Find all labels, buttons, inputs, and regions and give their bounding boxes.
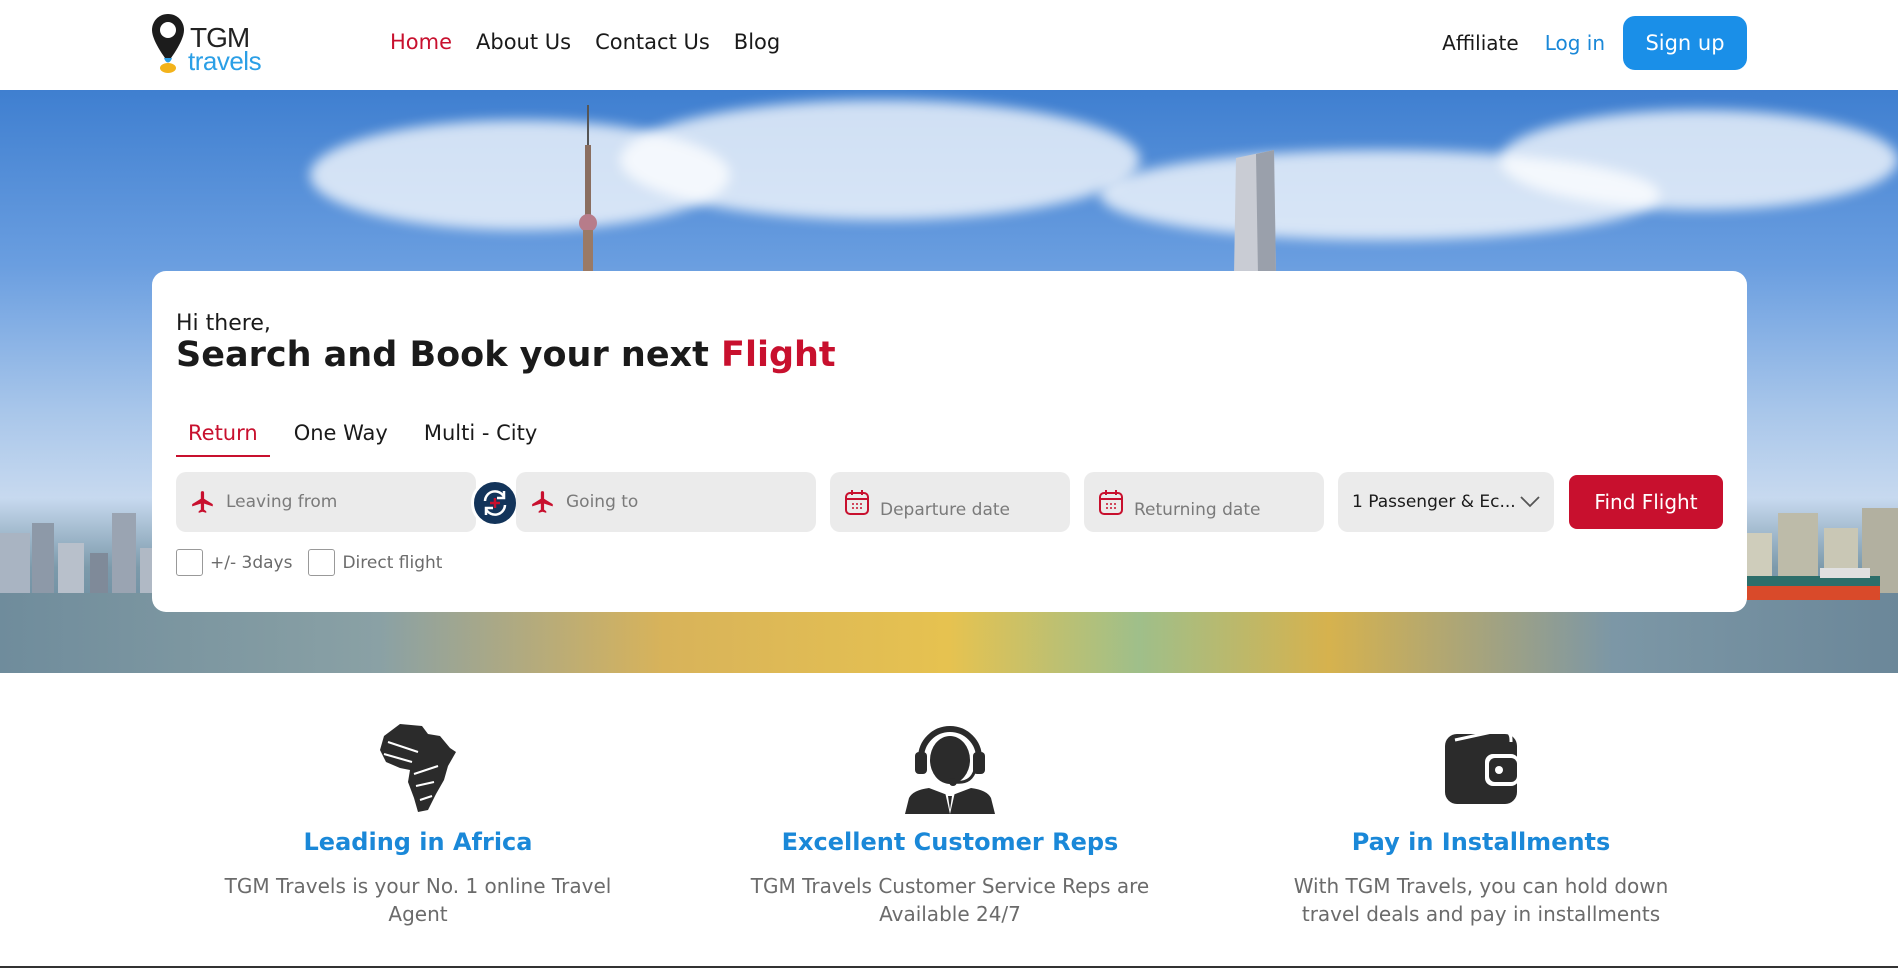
skyscraper-illustration (1234, 150, 1276, 275)
find-flight-button[interactable]: Find Flight (1569, 475, 1723, 529)
airplane-icon (192, 491, 213, 513)
greeting-text: Hi there, (176, 311, 271, 336)
direct-flight-checkbox[interactable]: Direct flight (308, 549, 442, 576)
search-headline: Search and Book your next Flight (176, 335, 836, 375)
cloud (620, 100, 1140, 220)
passenger-class-value: 1 Passenger & Ec... (1352, 492, 1516, 512)
cloud (1500, 110, 1898, 210)
checkbox-box[interactable] (176, 549, 203, 576)
chevron-down-icon (1520, 496, 1540, 508)
tab-multi-city[interactable]: Multi - City (412, 415, 549, 457)
logo-text-travels: travels (188, 46, 262, 76)
affiliate-link[interactable]: Affiliate (1442, 31, 1519, 55)
feature-text: TGM Travels Customer Service Reps are Av… (750, 874, 1150, 926)
headline-prefix: Search and Book your next (176, 335, 722, 375)
checkbox-box[interactable] (308, 549, 336, 576)
tab-return[interactable]: Return (176, 415, 270, 457)
search-options: +/- 3days Direct flight (176, 549, 458, 576)
feature-title: Excellent Customer Reps (781, 828, 1119, 856)
airplane-icon (532, 491, 553, 513)
calendar-icon (1099, 490, 1123, 515)
main-nav: Home About Us Contact Us Blog (390, 30, 780, 54)
feature-text: TGM Travels is your No. 1 online Travel … (224, 874, 612, 926)
login-link[interactable]: Log in (1545, 31, 1605, 55)
feature-title: Pay in Installments (1351, 828, 1611, 856)
calendar-icon (845, 490, 869, 515)
leaving-from-placeholder: Leaving from (226, 492, 338, 512)
flexible-dates-checkbox[interactable]: +/- 3days (176, 549, 292, 576)
site-header: TGM travels Home About Us Contact Us Blo… (0, 0, 1898, 90)
customer-rep-icon (905, 726, 995, 814)
leaving-from-field[interactable]: Leaving from (176, 472, 476, 532)
tgm-travels-logo[interactable]: TGM travels (150, 12, 275, 76)
departure-date-field[interactable]: Departure date (830, 472, 1070, 532)
passenger-class-select[interactable]: 1 Passenger & Ec... (1338, 472, 1554, 532)
wallet-icon (1445, 728, 1519, 804)
direct-flight-label: Direct flight (342, 552, 443, 573)
feature-title: Leading in Africa (303, 828, 533, 856)
trip-type-tabs: Return One Way Multi - City (176, 415, 561, 457)
feature-customer-reps: Excellent Customer Reps TGM Travels Cust… (740, 700, 1160, 928)
feature-text: With TGM Travels, you can hold down trav… (1293, 874, 1669, 926)
returning-date-field[interactable]: Returning date (1084, 472, 1324, 532)
swap-locations-button[interactable] (471, 479, 519, 527)
returning-date-placeholder: Returning date (1134, 500, 1261, 520)
going-to-placeholder: Going to (566, 492, 639, 512)
departure-date-placeholder: Departure date (880, 500, 1010, 520)
going-to-field[interactable]: Going to (516, 472, 816, 532)
nav-contact-us[interactable]: Contact Us (595, 30, 710, 54)
flexible-dates-label: +/- 3days (210, 552, 293, 573)
signup-button[interactable]: Sign up (1623, 16, 1747, 70)
tab-one-way[interactable]: One Way (282, 415, 400, 457)
features-section: Leading in Africa TGM Travels is your No… (0, 700, 1898, 968)
africa-map-icon (380, 724, 456, 812)
nav-home[interactable]: Home (390, 30, 452, 54)
feature-leading-in-africa: Leading in Africa TGM Travels is your No… (208, 700, 628, 928)
swap-icon (483, 490, 507, 516)
tv-tower-illustration (579, 105, 597, 275)
city-skyline-left (0, 513, 168, 603)
headline-accent: Flight (721, 335, 836, 375)
header-actions: Affiliate Log in Sign up (1442, 16, 1747, 70)
feature-pay-in-installments: Pay in Installments With TGM Travels, yo… (1271, 700, 1691, 928)
flight-search-card: Hi there, Search and Book your next Flig… (152, 271, 1747, 612)
location-pin-icon (152, 14, 184, 73)
nav-about-us[interactable]: About Us (476, 30, 571, 54)
nav-blog[interactable]: Blog (734, 30, 780, 54)
